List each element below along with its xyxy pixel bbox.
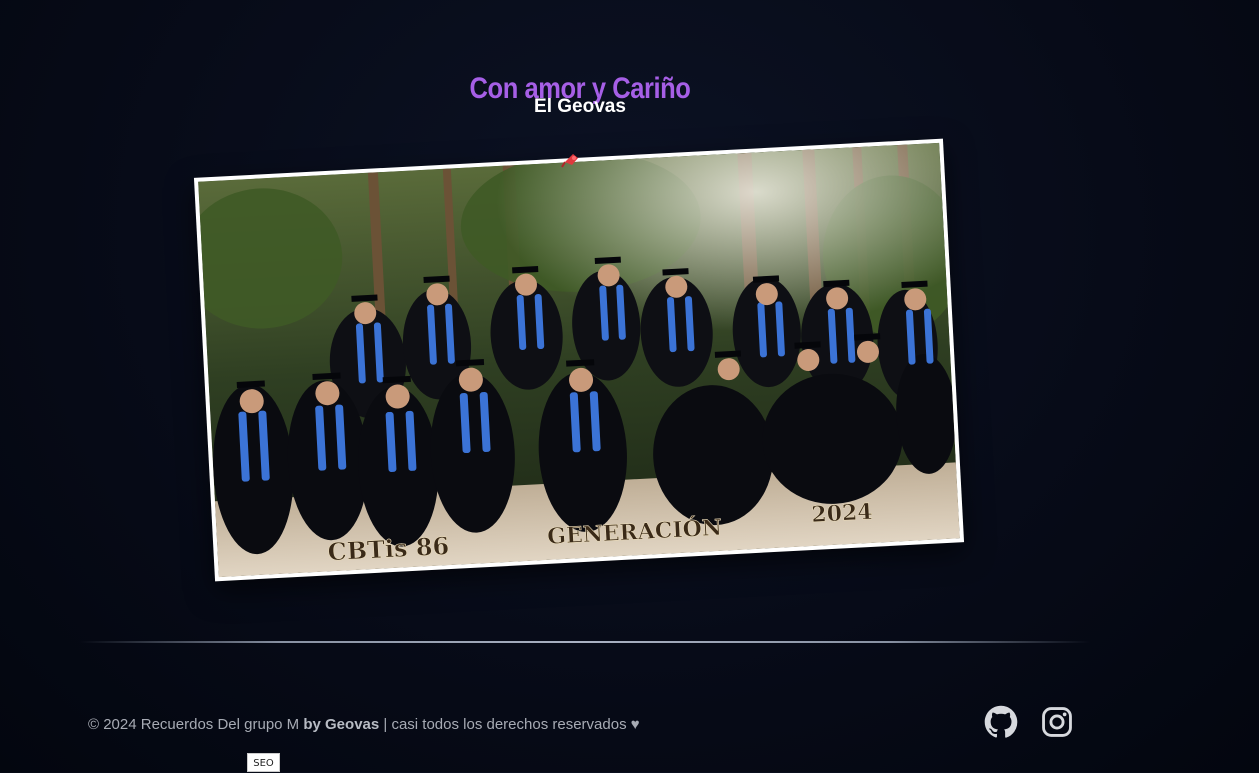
instagram-link[interactable] (1040, 705, 1074, 739)
github-link[interactable] (984, 705, 1018, 739)
group-photo: CBTis 86 GENERACIÓN 2024 (198, 142, 960, 578)
pushpin-icon (561, 150, 581, 170)
page-subtitle: El Geovas (534, 96, 626, 117)
copyright-suffix: | casi todos los derechos reservados ♥ (379, 716, 640, 733)
seo-badge[interactable]: SEO (247, 753, 280, 772)
copyright-author: by Geovas (303, 716, 380, 733)
footer-copyright: © 2024 Recuerdos Del grupo M by Geovas |… (88, 716, 640, 733)
instagram-icon (1042, 707, 1072, 737)
footer-divider (80, 641, 1090, 643)
github-icon (984, 705, 1018, 738)
photo-caption-year: 2024 (811, 499, 874, 528)
group-photo-frame: CBTis 86 GENERACIÓN 2024 (193, 138, 965, 582)
copyright-prefix: © 2024 Recuerdos Del grupo M (88, 716, 300, 733)
